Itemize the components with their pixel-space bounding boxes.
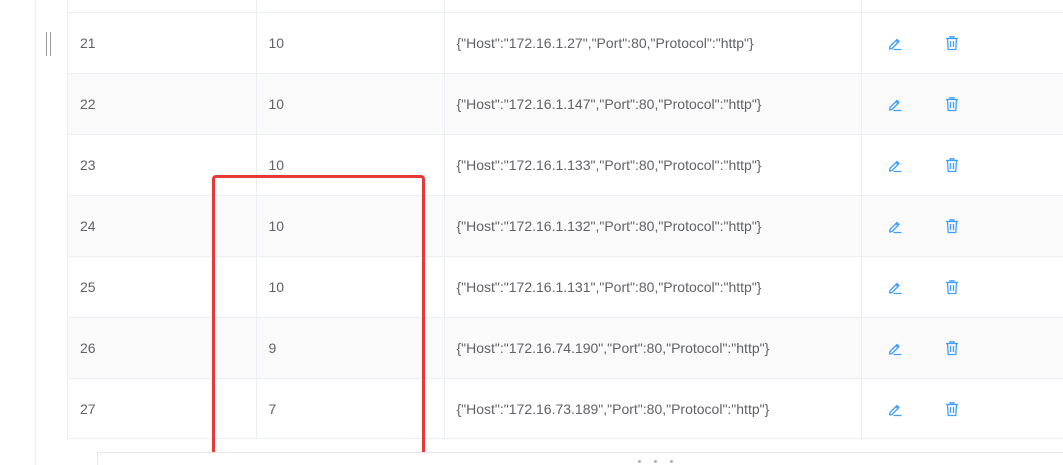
delete-icon[interactable] <box>943 400 961 418</box>
id-cell: 21 <box>68 12 257 74</box>
operations-cell <box>861 317 1063 379</box>
operations-cell <box>861 256 1063 318</box>
resize-handle-icon[interactable] <box>45 32 52 56</box>
delete-icon[interactable] <box>943 156 961 174</box>
more-dots-icon <box>638 460 674 465</box>
config-cell: {"Host":"172.16.1.132","Port":80,"Protoc… <box>444 195 862 257</box>
weight-cell: 9 <box>256 317 445 379</box>
id-cell: 26 <box>68 317 257 379</box>
upstream-table: 21 10 {"Host":"172.16.1.27","Port":80,"P… <box>67 0 1063 439</box>
screen: 21 10 {"Host":"172.16.1.27","Port":80,"P… <box>0 0 1063 465</box>
table-body: 21 10 {"Host":"172.16.1.27","Port":80,"P… <box>68 0 1063 438</box>
table-row: 25 10 {"Host":"172.16.1.131","Port":80,"… <box>68 256 1063 318</box>
bottom-panel <box>97 452 1063 465</box>
weight-cell: 7 <box>256 378 445 438</box>
edit-icon[interactable] <box>886 34 904 52</box>
weight-cell: 10 <box>256 73 445 135</box>
weight-cell: 10 <box>256 256 445 318</box>
edit-icon[interactable] <box>886 339 904 357</box>
edit-icon[interactable] <box>886 217 904 235</box>
table-row: 22 10 {"Host":"172.16.1.147","Port":80,"… <box>68 73 1063 135</box>
operations-cell <box>861 12 1063 74</box>
edit-icon[interactable] <box>886 95 904 113</box>
edit-icon[interactable] <box>886 278 904 296</box>
weight-cell: 10 <box>256 134 445 196</box>
delete-icon[interactable] <box>943 339 961 357</box>
edit-icon[interactable] <box>886 400 904 418</box>
table-row: 26 9 {"Host":"172.16.74.190","Port":80,"… <box>68 317 1063 379</box>
config-cell: {"Host":"172.16.73.189","Port":80,"Proto… <box>444 378 862 438</box>
delete-icon[interactable] <box>943 34 961 52</box>
config-cell: {"Host":"172.16.1.133","Port":80,"Protoc… <box>444 134 862 196</box>
delete-icon[interactable] <box>943 95 961 113</box>
table-row: 24 10 {"Host":"172.16.1.132","Port":80,"… <box>68 195 1063 257</box>
operations-cell <box>861 134 1063 196</box>
id-cell: 27 <box>68 378 257 438</box>
id-cell: 24 <box>68 195 257 257</box>
config-cell: {"Host":"172.16.1.147","Port":80,"Protoc… <box>444 73 862 135</box>
table-row: 23 10 {"Host":"172.16.1.133","Port":80,"… <box>68 134 1063 196</box>
table-row: 21 10 {"Host":"172.16.1.27","Port":80,"P… <box>68 12 1063 74</box>
table-row: 27 7 {"Host":"172.16.73.189","Port":80,"… <box>68 378 1063 438</box>
delete-icon[interactable] <box>943 217 961 235</box>
operations-cell <box>861 378 1063 438</box>
left-gutter <box>0 0 36 465</box>
id-cell: 25 <box>68 256 257 318</box>
edit-icon[interactable] <box>886 156 904 174</box>
weight-cell: 10 <box>256 12 445 74</box>
config-cell: {"Host":"172.16.1.27","Port":80,"Protoco… <box>444 12 862 74</box>
operations-cell <box>861 195 1063 257</box>
id-cell: 22 <box>68 73 257 135</box>
previous-row-tail <box>68 0 1063 13</box>
data-table: 21 10 {"Host":"172.16.1.27","Port":80,"P… <box>68 0 1063 438</box>
config-cell: {"Host":"172.16.1.131","Port":80,"Protoc… <box>444 256 862 318</box>
id-cell: 23 <box>68 134 257 196</box>
operations-cell <box>861 73 1063 135</box>
weight-cell: 10 <box>256 195 445 257</box>
config-cell: {"Host":"172.16.74.190","Port":80,"Proto… <box>444 317 862 379</box>
delete-icon[interactable] <box>943 278 961 296</box>
